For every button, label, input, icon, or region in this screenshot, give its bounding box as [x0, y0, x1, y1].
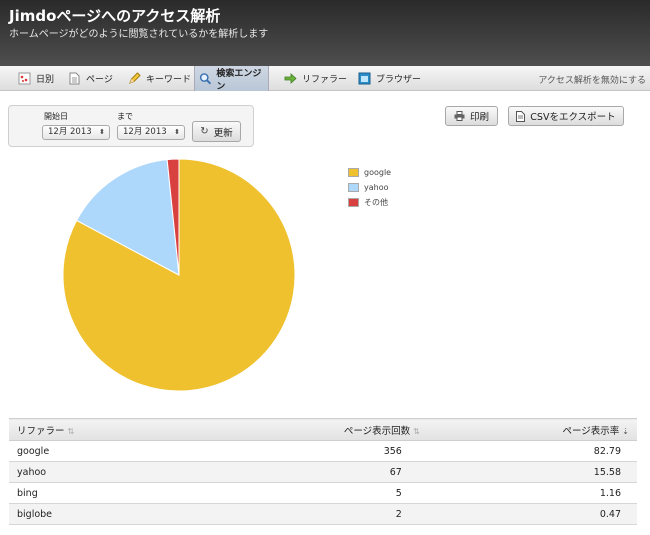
document-icon	[516, 110, 526, 122]
referrer-table: リファラー ⇅ ページ表示回数 ⇅ ページ表示率 ⇣ google 356 82.79…	[9, 418, 637, 525]
column-header-pageviews[interactable]: ページ表示回数 ⇅	[194, 418, 428, 441]
disable-analytics-link[interactable]: アクセス解析を無効にする	[538, 73, 646, 86]
tab-keywords[interactable]: キーワード	[124, 66, 191, 91]
cell-referrer: biglobe	[9, 503, 195, 525]
page-title: Jimdoページへのアクセス解析	[9, 7, 221, 25]
table-row: bing 5 1.16	[9, 482, 637, 504]
start-date-label: 開始日	[44, 112, 68, 121]
chart-legend: google yahoo その他	[348, 165, 391, 210]
cell-pageview-rate: 0.47	[427, 503, 637, 525]
print-label: 印刷	[469, 112, 489, 123]
refresh-label: 更新	[213, 127, 233, 139]
select-arrows-icon: ⬍	[174, 128, 180, 136]
legend-item-yahoo: yahoo	[348, 180, 391, 195]
cell-pageview-rate: 82.79	[427, 440, 637, 462]
select-arrows-icon: ⬍	[99, 128, 105, 136]
tab-keywords-label: キーワード	[146, 75, 192, 85]
print-button[interactable]: 印刷	[445, 106, 498, 126]
start-date-select[interactable]: 12月 2013 ⬍	[42, 125, 110, 140]
cell-referrer: google	[9, 440, 195, 462]
tab-bar: 日別 ページ キーワード 検索エンジン リファラー ブラウザー アクセス解析を無…	[0, 66, 650, 92]
tab-referrers[interactable]: リファラー	[280, 66, 347, 91]
end-date-select[interactable]: 12月 2013 ⬍	[117, 125, 185, 140]
cell-referrer: yahoo	[9, 461, 195, 483]
start-date-value: 12月 2013	[48, 127, 92, 137]
csv-export-button[interactable]: CSVをエクスポート	[508, 106, 624, 126]
page-icon	[69, 72, 80, 85]
printer-icon	[454, 111, 465, 121]
arrow-icon	[284, 73, 297, 84]
cell-pageview-rate: 1.16	[427, 482, 637, 504]
legend-swatch-other	[348, 198, 359, 207]
refresh-button[interactable]: ↻ 更新	[192, 121, 241, 142]
browser-icon	[358, 72, 371, 85]
legend-label-google: google	[364, 168, 392, 177]
csv-export-label: CSVをエクスポート	[530, 112, 616, 123]
pie-chart	[62, 158, 296, 392]
table-row: google 356 82.79	[9, 440, 637, 462]
end-date-label: まで	[117, 112, 133, 121]
end-date-value: 12月 2013	[123, 127, 167, 137]
column-header-label: リファラー	[17, 425, 65, 437]
cell-pageviews: 5	[194, 482, 428, 504]
tab-daily-label: 日別	[36, 75, 55, 85]
calendar-icon	[18, 72, 31, 85]
column-header-label: ページ表示率	[562, 425, 620, 437]
legend-swatch-google	[348, 168, 359, 177]
legend-label-yahoo: yahoo	[364, 183, 389, 192]
tab-pages[interactable]: ページ	[64, 66, 113, 91]
page-subtitle: ホームページがどのように閲覧されているかを解析します	[9, 29, 269, 40]
tab-daily[interactable]: 日別	[14, 66, 54, 91]
legend-item-other: その他	[348, 195, 391, 210]
refresh-icon: ↻	[200, 126, 209, 137]
legend-label-other: その他	[364, 198, 388, 207]
cell-pageviews: 67	[194, 461, 428, 483]
tab-referrers-label: リファラー	[302, 75, 348, 85]
cell-referrer: bing	[9, 482, 195, 504]
tab-browsers-label: ブラウザー	[376, 75, 422, 85]
table-row: yahoo 67 15.58	[9, 461, 637, 483]
header: Jimdoページへのアクセス解析 ホームページがどのように閲覧されているかを解析…	[0, 0, 650, 66]
sort-icon: ⇅	[67, 426, 75, 436]
tab-browsers[interactable]: ブラウザー	[354, 66, 421, 91]
sort-descending-icon: ⇣	[622, 426, 629, 436]
sort-icon: ⇅	[413, 426, 420, 436]
table-row: biglobe 2 0.47	[9, 503, 637, 525]
magnifier-icon	[199, 73, 212, 85]
column-header-label: ページ表示回数	[343, 425, 411, 437]
cell-pageviews: 356	[194, 440, 428, 462]
tab-search-engines[interactable]: 検索エンジン	[194, 66, 269, 92]
legend-item-google: google	[348, 165, 391, 180]
cell-pageview-rate: 15.58	[427, 461, 637, 483]
tab-search-engines-label: 検索エンジン	[216, 68, 262, 92]
cell-pageviews: 2	[194, 503, 428, 525]
pencil-icon	[129, 72, 141, 84]
column-header-pageview-rate[interactable]: ページ表示率 ⇣	[427, 418, 637, 441]
date-filter-box: 開始日 まで 12月 2013 ⬍ 12月 2013 ⬍ ↻ 更新	[8, 105, 254, 147]
column-header-referrer[interactable]: リファラー ⇅	[9, 418, 195, 441]
legend-swatch-yahoo	[348, 183, 359, 192]
tab-pages-label: ページ	[86, 75, 113, 85]
table-header-row: リファラー ⇅ ページ表示回数 ⇅ ページ表示率 ⇣	[9, 418, 637, 441]
